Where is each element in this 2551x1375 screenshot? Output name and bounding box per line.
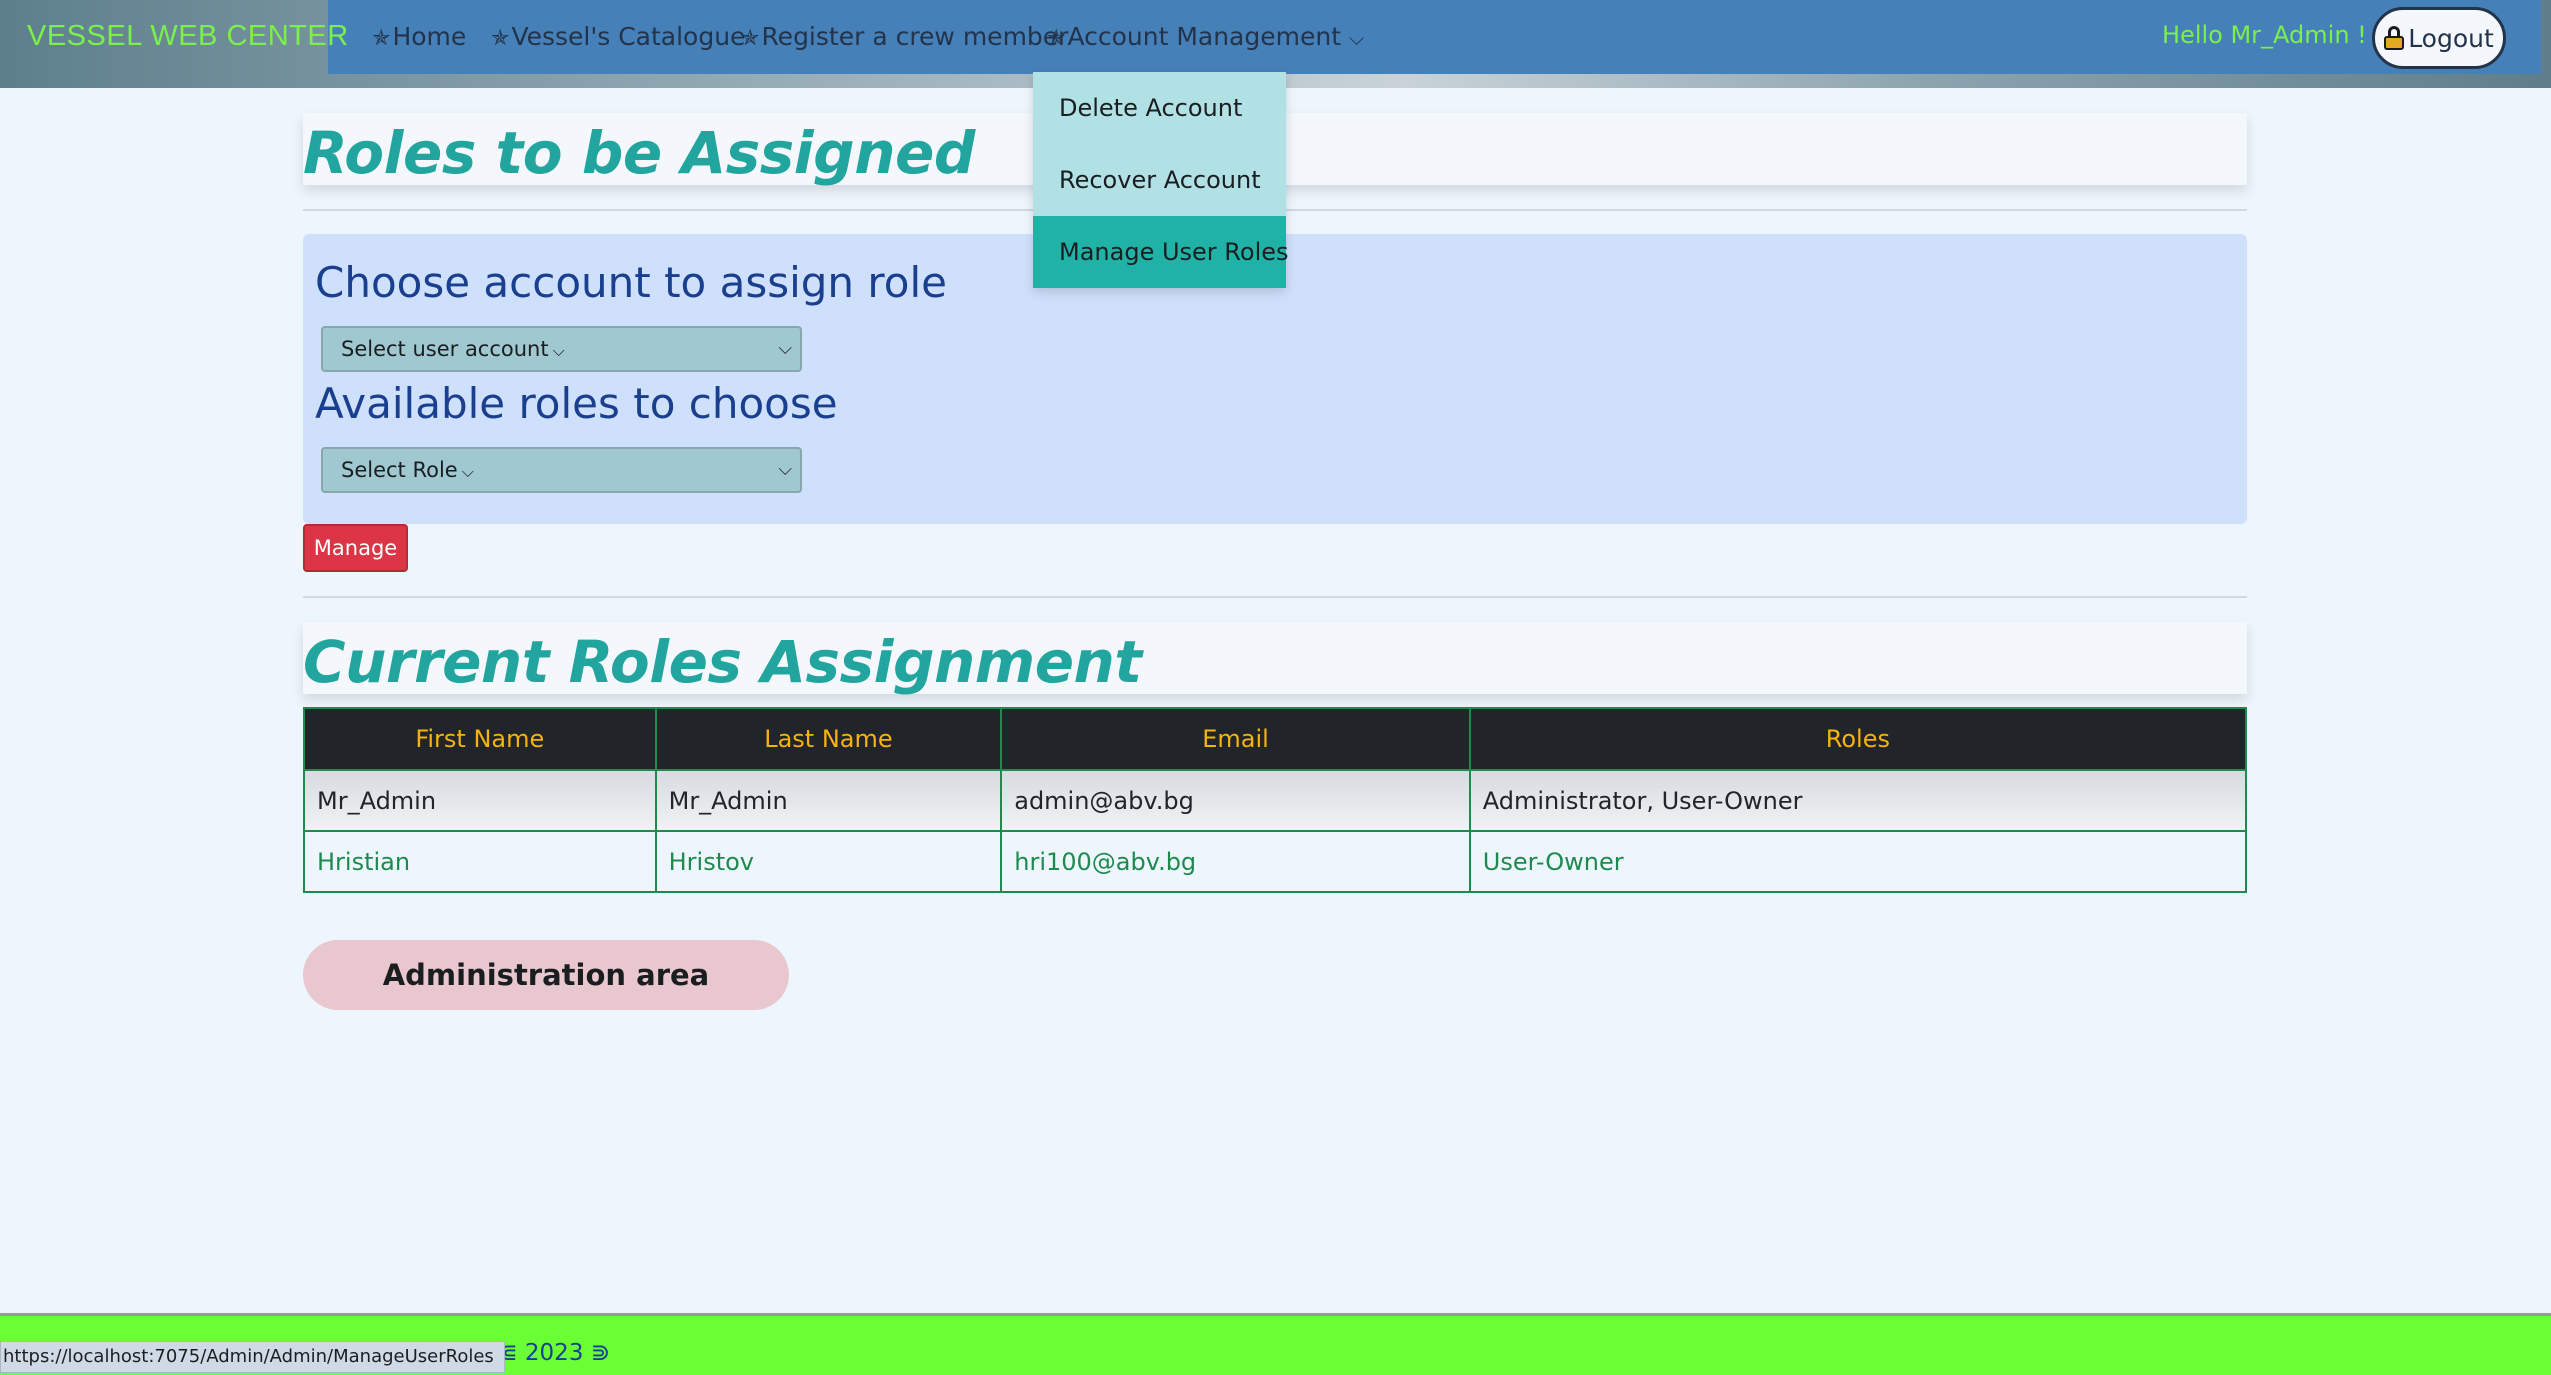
cell-last-name: Mr_Admin [654, 769, 1003, 832]
administration-area-button[interactable]: Administration area [303, 940, 789, 1010]
star-icon: ✯ [741, 26, 760, 51]
manage-button[interactable]: Manage [303, 524, 408, 572]
roles-table: First Name Last Name Email Roles Mr_Admi… [303, 707, 2248, 893]
divider [303, 596, 2247, 598]
star-icon: ✯ [1047, 26, 1066, 51]
column-header-roles: Roles [1468, 707, 2248, 771]
table-row: Hristian Hristov hri100@abv.bg User-Owne… [303, 830, 2248, 893]
table-header-row: First Name Last Name Email Roles [303, 707, 2248, 771]
logout-button[interactable]: Logout [2372, 7, 2506, 69]
status-bar-url: https://localhost:7075/Admin/Admin/Manag… [0, 1341, 505, 1373]
chevron-down-icon: ⌵ [1348, 26, 1365, 50]
nav-account-management-label: Account Management [1067, 22, 1342, 51]
cell-roles: User-Owner [1468, 830, 2248, 893]
select-arrow-icon: ⌵ [778, 459, 792, 480]
select-arrow-icon: ⌵ [778, 338, 792, 359]
brand-logo[interactable]: VESSEL WEB CENTER [27, 20, 349, 53]
logout-label: Logout [2408, 23, 2494, 53]
cell-last-name: Hristov [654, 830, 1003, 893]
current-roles-title-box: Current Roles Assignment [303, 622, 2247, 696]
star-icon: ✯ [372, 26, 391, 51]
column-header-email: Email [1000, 707, 1471, 771]
lock-icon [2384, 26, 2405, 50]
chevron-down-icon: ⌵ [461, 462, 474, 481]
nav-home[interactable]: ✯Home [372, 22, 466, 51]
nav-vessels-catalogue[interactable]: ✯Vessel's Catalogue [491, 22, 745, 51]
nav-register-crew-member-label: Register a crew member [761, 22, 1069, 51]
role-select-value: Select Role [341, 458, 458, 482]
table-row: Mr_Admin Mr_Admin admin@abv.bg Administr… [303, 769, 2248, 832]
star-icon: ✯ [491, 26, 510, 51]
section-title: Current Roles Assignment [303, 628, 1142, 696]
cell-roles: Administrator, User-Owner [1468, 769, 2248, 832]
dropdown-item-manage-user-roles[interactable]: Manage User Roles [1033, 216, 1289, 288]
page-title: Roles to be Assigned [303, 119, 975, 187]
nav-vessels-catalogue-label: Vessel's Catalogue [511, 22, 746, 51]
column-header-first-name: First Name [303, 707, 657, 771]
user-account-select-value: Select user account [341, 337, 549, 361]
role-select[interactable]: Select Role ⌵ ⌵ [321, 447, 802, 493]
nav-home-label: Home [392, 22, 467, 51]
nav-account-management[interactable]: ✯Account Management ⌵ [1047, 22, 1364, 51]
dropdown-item-delete-account[interactable]: Delete Account [1033, 72, 1286, 144]
roles-heading: Available roles to choose [315, 379, 838, 428]
account-heading: Choose account to assign role [315, 258, 947, 307]
user-greeting: Hello Mr_Admin ! [2162, 21, 2367, 49]
cell-email: hri100@abv.bg [1000, 830, 1471, 893]
cell-email: admin@abv.bg [1000, 769, 1471, 832]
cell-first-name: Mr_Admin [303, 769, 657, 832]
account-management-dropdown: Delete Account Recover Account Manage Us… [1033, 72, 1289, 288]
user-account-select[interactable]: Select user account ⌵ ⌵ [321, 326, 802, 372]
cell-first-name: Hristian [303, 830, 657, 893]
nav-register-crew-member[interactable]: ✯Register a crew member [741, 22, 1068, 51]
chevron-down-icon: ⌵ [552, 341, 565, 360]
dropdown-item-recover-account[interactable]: Recover Account [1033, 144, 1286, 216]
column-header-last-name: Last Name [654, 707, 1003, 771]
